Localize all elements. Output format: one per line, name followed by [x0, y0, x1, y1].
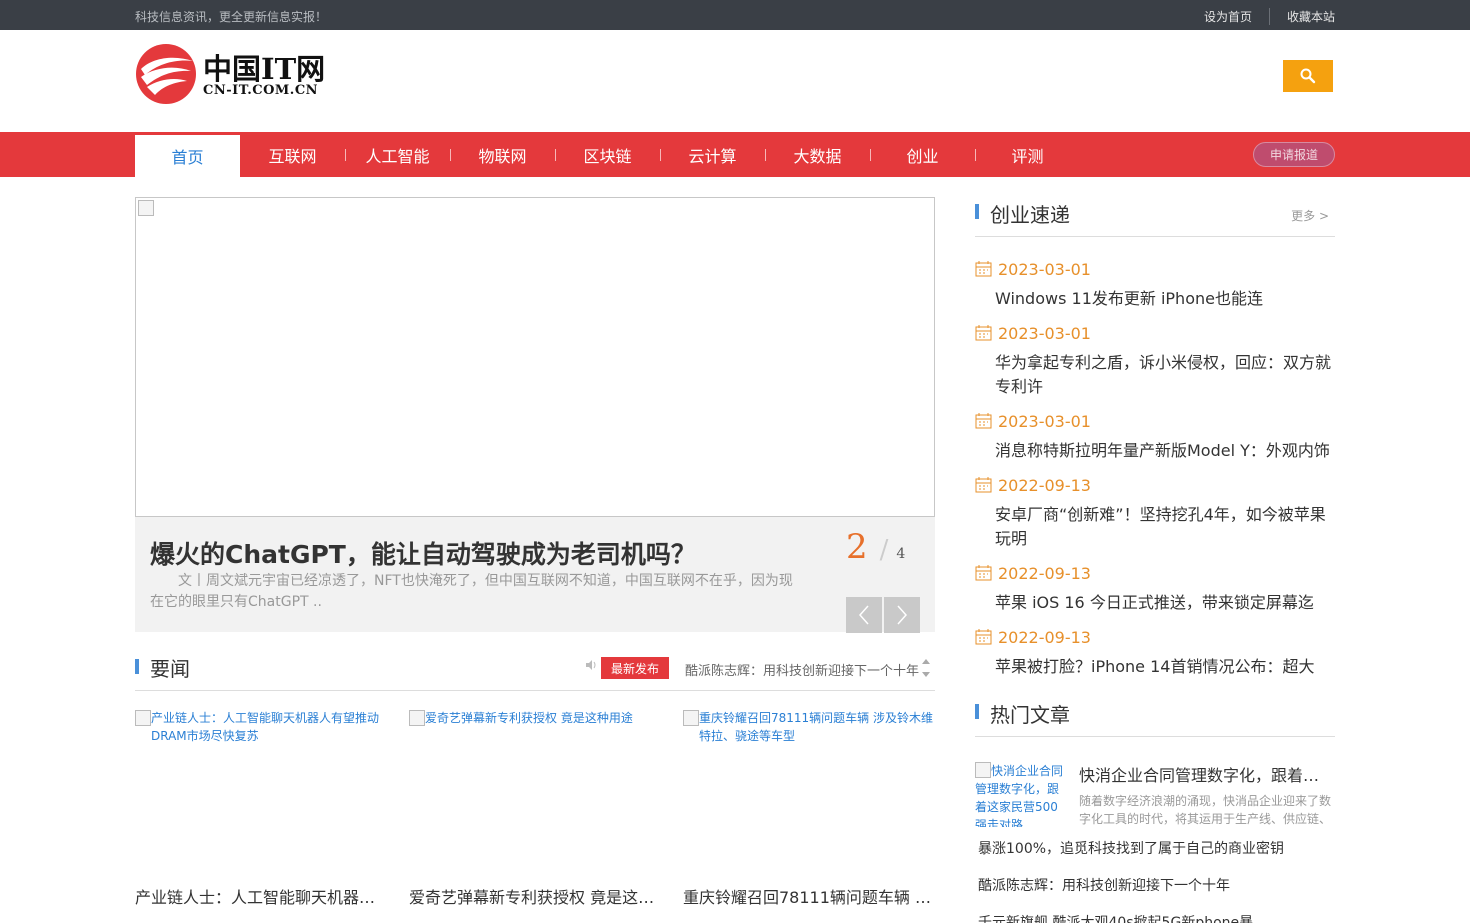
broken-image-icon: [135, 710, 151, 726]
flash-text[interactable]: 安卓厂商“创新难”！坚持挖孔4年，如今被苹果玩明: [975, 503, 1335, 551]
broken-image-icon: [138, 200, 154, 216]
ticker-scroll-icon[interactable]: [921, 657, 931, 679]
flash-date: 2023-03-01: [998, 411, 1091, 431]
broken-image-icon: [683, 710, 699, 726]
nav-item-cloud[interactable]: 云计算: [660, 132, 766, 177]
news-card-title[interactable]: 爱奇艺弹幕新专利获授权 竟是这种用途: [409, 884, 659, 908]
broken-image-icon: [409, 710, 425, 726]
hot-list-item[interactable]: 暴涨100%，追觅科技找到了属于自己的商业密钥: [978, 840, 1335, 877]
latest-badge: 最新发布: [601, 657, 669, 679]
broken-image-icon: [975, 762, 991, 778]
logo-chinese: 中国IT网: [203, 52, 326, 86]
logo-domain: CN-IT.COM.CN: [203, 83, 319, 98]
more-link[interactable]: 更多 >: [1291, 207, 1329, 224]
news-card-title[interactable]: 重庆铃耀召回78111辆问题车辆 涉及铃木维特拉、骁途等车型: [683, 884, 933, 908]
flash-text[interactable]: 华为拿起专利之盾，诉小米侵权，回应：双方就专利许: [975, 351, 1335, 399]
hot-list: 暴涨100%，追觅科技找到了属于自己的商业密钥 酷派陈志辉：用科技创新迎接下一个…: [978, 840, 1335, 923]
slide-counter: 2/4: [846, 527, 906, 567]
nav-item-ai[interactable]: 人工智能: [345, 132, 451, 177]
news-card[interactable]: 爱奇艺弹幕新专利获授权 竟是这种用途 爱奇艺弹幕新专利获授权 竟是这种用途: [409, 709, 659, 909]
slide-next-button[interactable]: [884, 597, 920, 633]
section-accent-bar: [975, 204, 979, 219]
site-header: 中国IT网 CN-IT.COM.CN: [0, 30, 1470, 132]
section-accent-bar: [975, 704, 979, 719]
hot-featured-title[interactable]: 快消企业合同管理数字化，跟着这家民营500强走对路: [1079, 762, 1329, 786]
flash-text[interactable]: 苹果被打脸？iPhone 14首销情况公布：超大: [975, 655, 1335, 679]
nav-item-startup[interactable]: 创业: [870, 132, 976, 177]
section-accent-bar: [135, 659, 139, 674]
nav-item-review[interactable]: 评测: [975, 132, 1080, 177]
news-card[interactable]: 产业链人士：人工智能聊天机器人有望推动DRAM市场尽快复苏 产业链人士：人工智能…: [135, 709, 385, 909]
calendar-icon: [975, 629, 992, 645]
logo-emblem-icon: [136, 44, 196, 104]
apply-report-button[interactable]: 申请报道: [1253, 142, 1335, 167]
flash-item[interactable]: 2023-03-01 华为拿起专利之盾，诉小米侵权，回应：双方就专利许: [975, 323, 1335, 399]
nav-item-blockchain[interactable]: 区块链: [555, 132, 661, 177]
search-button[interactable]: [1283, 60, 1333, 92]
nav-item-internet[interactable]: 互联网: [240, 132, 346, 177]
flash-date: 2022-09-13: [998, 475, 1091, 495]
flash-item[interactable]: 2023-03-01 Windows 11发布更新 iPhone也能连: [975, 259, 1335, 311]
nav-item-home[interactable]: 首页: [135, 135, 240, 177]
top-bar: 科技信息资讯，更全更新信息实报！ 设为首页 收藏本站: [0, 0, 1470, 30]
flash-item[interactable]: 2022-09-13 苹果被打脸？iPhone 14首销情况公布：超大: [975, 627, 1335, 679]
bookmark-link[interactable]: 收藏本站: [1268, 8, 1335, 25]
calendar-icon: [975, 477, 992, 493]
slide-title[interactable]: 爆火的ChatGPT，能让自动驾驶成为老司机吗？: [150, 535, 696, 571]
site-slogan: 科技信息资讯，更全更新信息实报！: [135, 10, 328, 24]
calendar-icon: [975, 565, 992, 581]
news-card-image[interactable]: 重庆铃耀召回78111辆问题车辆 涉及铃木维特拉、骁途等车型: [683, 709, 933, 745]
speaker-icon: [586, 660, 596, 670]
featured-slider: 爆火的ChatGPT，能让自动驾驶成为老司机吗？ 文丨周文斌元宇宙已经凉透了，N…: [135, 197, 935, 633]
flash-header: 创业速递 更多 >: [975, 197, 1335, 237]
slide-image[interactable]: [135, 197, 935, 517]
set-home-link[interactable]: 设为首页: [1187, 8, 1269, 25]
hot-list-item[interactable]: 酷派陈志辉：用科技创新迎接下一个十年: [978, 877, 1335, 914]
flash-text[interactable]: Windows 11发布更新 iPhone也能连: [975, 287, 1335, 311]
slide-current: 2: [846, 527, 868, 567]
search-icon: [1300, 68, 1316, 84]
hot-list-item[interactable]: 千元新旗舰 酷派大观40s掀起5G新phone暴: [978, 914, 1335, 923]
hot-featured-image[interactable]: 快消企业合同管理数字化，跟着这家民营500强走对路: [975, 762, 1065, 827]
news-card[interactable]: 重庆铃耀召回78111辆问题车辆 涉及铃木维特拉、骁途等车型 重庆铃耀召回781…: [683, 709, 933, 909]
slide-description: 文丨周文斌元宇宙已经凉透了，NFT也快淹死了，但中国互联网不知道，中国互联网不在…: [150, 573, 793, 610]
calendar-icon: [975, 413, 992, 429]
hot-title: 热门文章: [990, 703, 1070, 727]
news-card-title[interactable]: 产业链人士：人工智能聊天机器人有望推动DRAM市场尽快复苏: [135, 884, 385, 908]
flash-date: 2023-03-01: [998, 259, 1091, 279]
slide-prev-button[interactable]: [846, 597, 882, 633]
top-links: 设为首页 收藏本站: [1187, 8, 1335, 25]
calendar-icon: [975, 261, 992, 277]
flash-date: 2022-09-13: [998, 627, 1091, 647]
news-section-title: 要闻: [150, 657, 190, 681]
flash-item[interactable]: 2023-03-01 消息称特斯拉明年量产新版Model Y：外观内饰: [975, 411, 1335, 463]
flash-date: 2023-03-01: [998, 323, 1091, 343]
news-section-header: 要闻 最新发布 酷派陈志辉：用科技创新迎接下一个十年: [135, 649, 935, 691]
sidebar: 创业速递 更多 > 2023-03-01 Windows 11发布更新 iPho…: [975, 197, 1335, 923]
flash-item[interactable]: 2022-09-13 安卓厂商“创新难”！坚持挖孔4年，如今被苹果玩明: [975, 475, 1335, 551]
flash-date: 2022-09-13: [998, 563, 1091, 583]
calendar-icon: [975, 325, 992, 341]
news-card-image[interactable]: 爱奇艺弹幕新专利获授权 竟是这种用途: [409, 709, 659, 727]
nav-item-bigdata[interactable]: 大数据: [765, 132, 871, 177]
slide-total: 4: [896, 546, 906, 562]
hot-header: 热门文章: [975, 697, 1335, 737]
hot-featured-item[interactable]: 快消企业合同管理数字化，跟着这家民营500强走对路 快消企业合同管理数字化，跟着…: [975, 762, 1335, 827]
main-nav: 首页 互联网 人工智能 物联网 区块链 云计算 大数据 创业 评测 申请报道: [0, 132, 1470, 177]
flash-item[interactable]: 2022-09-13 苹果 iOS 16 今日正式推送，带来锁定屏幕迄: [975, 563, 1335, 615]
chevron-right-icon: [897, 605, 908, 625]
nav-item-iot[interactable]: 物联网: [450, 132, 556, 177]
flash-title: 创业速递: [990, 203, 1070, 227]
chevron-left-icon: [858, 605, 869, 625]
flash-text[interactable]: 苹果 iOS 16 今日正式推送，带来锁定屏幕迄: [975, 591, 1335, 615]
flash-text[interactable]: 消息称特斯拉明年量产新版Model Y：外观内饰: [975, 439, 1335, 463]
hot-featured-desc: 随着数字经济浪潮的涌现，快消品企业迎来了数字化工具的时代，将其运用于生产线、供应…: [1079, 794, 1332, 826]
site-logo[interactable]: 中国IT网 CN-IT.COM.CN: [135, 43, 335, 105]
news-ticker[interactable]: 酷派陈志辉：用科技创新迎接下一个十年: [685, 660, 919, 679]
news-card-image[interactable]: 产业链人士：人工智能聊天机器人有望推动DRAM市场尽快复苏: [135, 709, 385, 745]
